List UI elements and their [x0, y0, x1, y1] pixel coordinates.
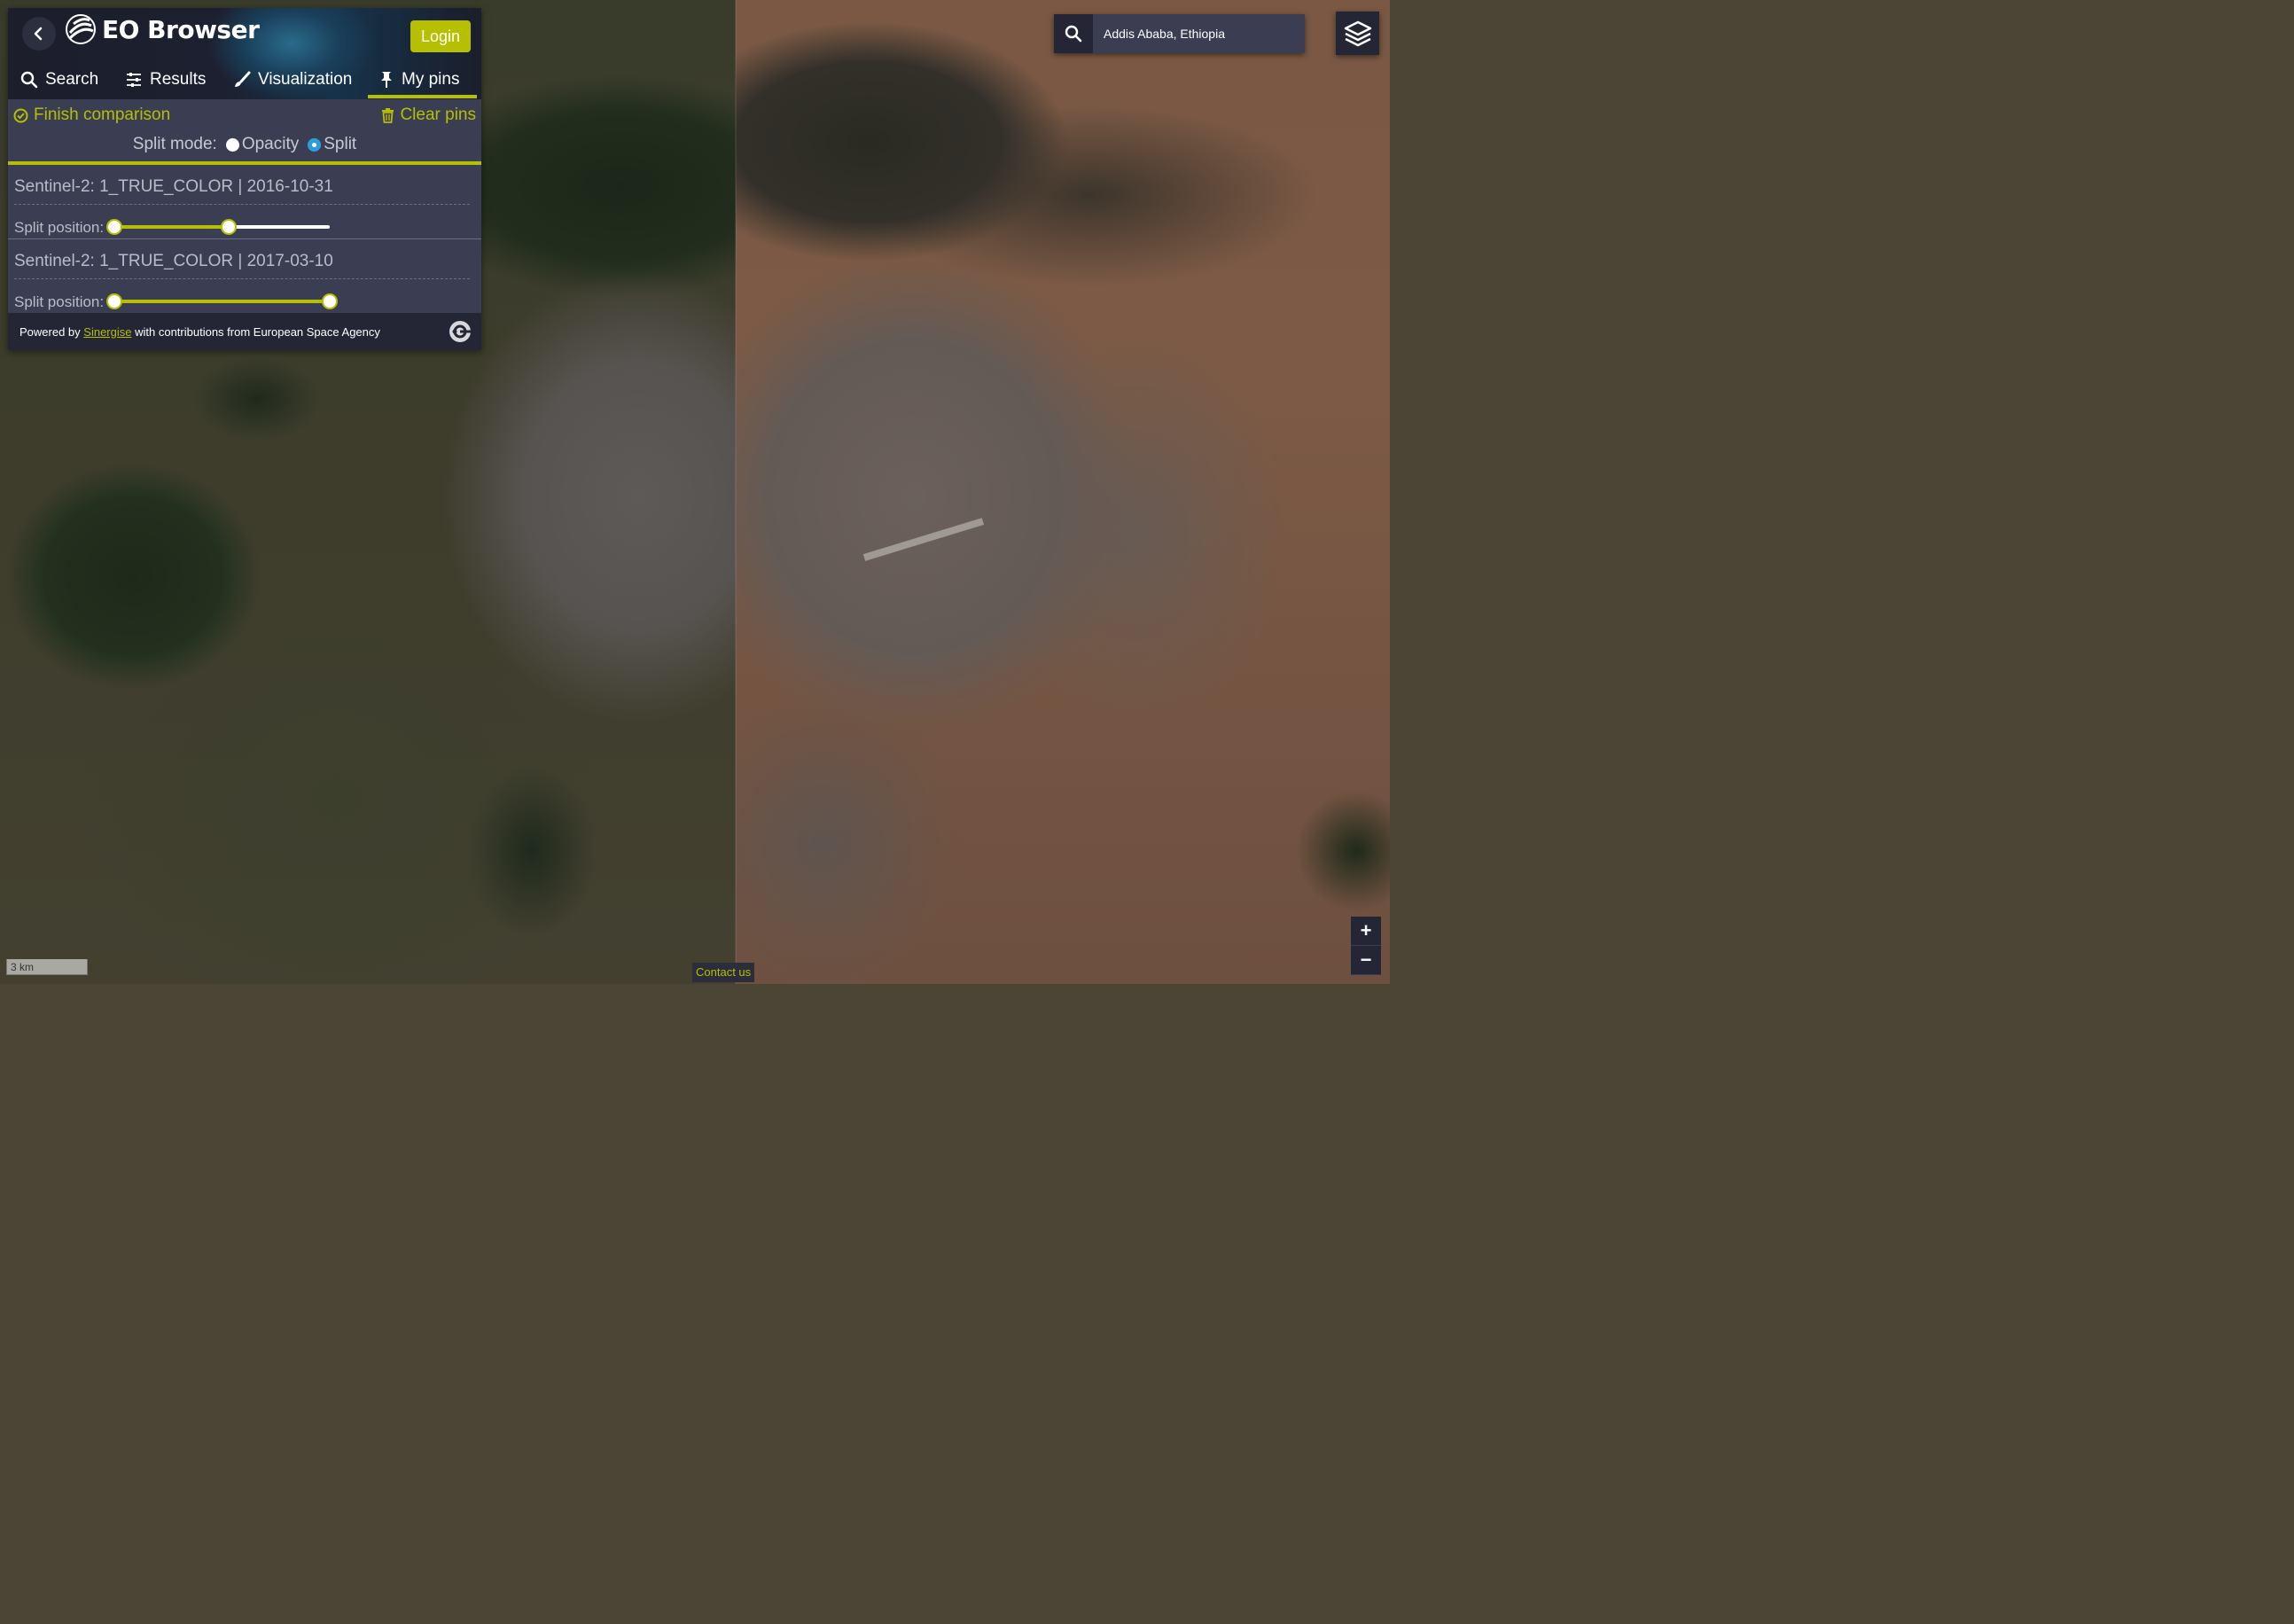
location-search [1054, 14, 1305, 53]
clear-pins-button[interactable]: Clear pins [381, 105, 476, 125]
tab-label: My pins [402, 69, 460, 89]
pin-item[interactable]: Sentinel-2: 1_TRUE_COLOR | 2016-10-31 Sp… [8, 165, 481, 239]
panel-header: EO Browser Login Search Results Visualiz… [8, 8, 481, 99]
radio-button[interactable] [225, 137, 239, 152]
login-button[interactable]: Login [410, 20, 471, 52]
tab-bar: Search Results Visualization My pins [8, 59, 481, 99]
finish-comparison-label: Finish comparison [34, 105, 171, 124]
footer-prefix: Powered by [20, 324, 81, 339]
search-icon [20, 71, 38, 88]
radio-opacity[interactable]: Opacity [225, 135, 300, 154]
split-divider[interactable] [735, 0, 737, 984]
pin-icon [381, 71, 392, 88]
sinergise-link[interactable]: Sinergise [83, 325, 131, 339]
layers-icon [1344, 20, 1371, 46]
split-position-slider[interactable] [106, 219, 330, 235]
finish-comparison-button[interactable]: Finish comparison [13, 105, 170, 125]
eo-browser-logo [66, 14, 96, 44]
esa-logo-icon[interactable] [449, 320, 472, 343]
trash-icon [382, 107, 394, 123]
pin-item[interactable]: Sentinel-2: 1_TRUE_COLOR | 2017-03-10 Sp… [8, 239, 481, 314]
footer-suffix: with contributions from European Space A… [135, 324, 380, 339]
radio-label: Split [324, 135, 357, 153]
map-image-2017 [736, 0, 1390, 984]
search-icon [1065, 25, 1082, 43]
search-input[interactable] [1102, 26, 1300, 42]
brush-icon [235, 71, 251, 87]
tab-search[interactable]: Search [20, 59, 98, 99]
pin-title: Sentinel-2: 1_TRUE_COLOR | 2017-03-10 [14, 252, 470, 279]
app-title: EO Browser [102, 15, 260, 44]
back-button[interactable] [22, 17, 56, 51]
radio-split[interactable]: Split [308, 135, 356, 154]
check-circle-icon [13, 108, 28, 122]
pin-title: Sentinel-2: 1_TRUE_COLOR | 2016-10-31 [14, 177, 470, 205]
tab-results[interactable]: Results [125, 59, 206, 99]
split-mode-row: Split mode: Opacity Split [8, 131, 481, 158]
chevron-left-icon [34, 27, 43, 41]
eo-browser-panel: EO Browser Login Search Results Visualiz… [8, 8, 481, 350]
radio-label: Opacity [241, 135, 300, 153]
radio-button-checked[interactable] [308, 137, 322, 152]
zoom-control: + − [1351, 917, 1381, 975]
split-mode-label: Split mode: [132, 135, 217, 153]
split-position-label: Split position: [14, 219, 105, 236]
tab-label: Visualization [258, 69, 353, 89]
clear-pins-label: Clear pins [400, 105, 476, 124]
split-position-slider[interactable] [106, 293, 338, 309]
pins-toolbar: Finish comparison Clear pins [8, 103, 481, 129]
panel-footer: Powered by Sinergise with contributions … [8, 313, 481, 350]
slider-handle-end[interactable] [220, 219, 237, 235]
tab-my-pins[interactable]: My pins [378, 59, 459, 99]
layers-button[interactable] [1336, 12, 1379, 55]
slider-handle-start[interactable] [106, 293, 122, 309]
split-position-label: Split position: [14, 293, 105, 310]
slider-handle-start[interactable] [106, 219, 122, 235]
zoom-in-button[interactable]: + [1351, 917, 1381, 946]
slider-fill [114, 300, 330, 303]
tab-label: Search [45, 69, 99, 89]
contact-us-link[interactable]: Contact us [692, 963, 755, 982]
tab-label: Results [150, 69, 207, 89]
slider-handle-end[interactable] [322, 293, 338, 309]
tab-visualization[interactable]: Visualization [233, 59, 352, 99]
scale-bar: 3 km [6, 959, 88, 975]
footer-text: Powered by Sinergise with contributions … [20, 325, 380, 339]
active-tab-indicator [368, 95, 477, 98]
sliders-icon [127, 72, 141, 87]
slider-fill [114, 225, 229, 229]
search-button[interactable] [1054, 14, 1093, 53]
zoom-out-button[interactable]: − [1351, 946, 1381, 975]
